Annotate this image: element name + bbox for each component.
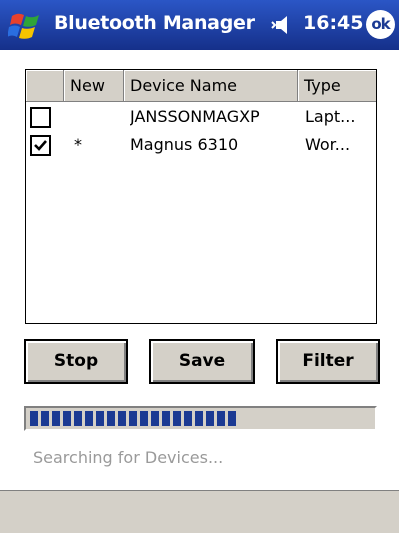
device-checkbox[interactable] xyxy=(30,107,51,128)
column-header-type[interactable]: Type xyxy=(298,70,376,101)
clock[interactable]: 16:45 xyxy=(303,12,363,34)
list-item[interactable]: * Magnus 6310 Wor... xyxy=(26,132,376,158)
progress-segment xyxy=(195,411,203,426)
status-text: Searching for Devices... xyxy=(33,448,224,467)
progress-segment xyxy=(30,411,38,426)
list-header: New Device Name Type xyxy=(26,70,376,102)
device-type: Wor... xyxy=(305,135,351,154)
progress-segment xyxy=(162,411,170,426)
ok-button[interactable]: ok xyxy=(366,10,395,39)
device-name: Magnus 6310 xyxy=(130,135,239,154)
progress-segment xyxy=(52,411,60,426)
checkmark-icon xyxy=(34,140,47,151)
device-type: Lapt... xyxy=(305,107,356,126)
progress-segment xyxy=(41,411,49,426)
device-checkbox[interactable] xyxy=(30,135,51,156)
column-header-new[interactable]: New xyxy=(64,70,124,101)
progress-segment xyxy=(96,411,104,426)
progress-segment xyxy=(184,411,192,426)
window-title: Bluetooth Manager xyxy=(54,12,255,34)
column-header-check[interactable] xyxy=(26,70,64,101)
list-item[interactable]: JANSSONMAGXP Lapt... xyxy=(26,104,376,130)
progress-segment xyxy=(129,411,137,426)
search-progress-bar xyxy=(24,406,377,431)
device-list[interactable]: New Device Name Type JANSSONMAGXP Lapt..… xyxy=(25,69,377,324)
windows-flag-icon[interactable] xyxy=(8,8,44,42)
device-name: JANSSONMAGXP xyxy=(130,107,260,126)
save-button[interactable]: Save xyxy=(149,339,255,384)
progress-segment xyxy=(173,411,181,426)
progress-segment xyxy=(85,411,93,426)
column-header-device-name[interactable]: Device Name xyxy=(124,70,298,101)
filter-button[interactable]: Filter xyxy=(276,339,380,384)
menu-bar[interactable] xyxy=(0,490,399,533)
speaker-icon[interactable] xyxy=(270,13,296,37)
progress-segment xyxy=(140,411,148,426)
progress-segment xyxy=(107,411,115,426)
progress-segment xyxy=(151,411,159,426)
progress-segment xyxy=(63,411,71,426)
progress-segment xyxy=(206,411,214,426)
progress-segment xyxy=(217,411,225,426)
new-flag: * xyxy=(74,135,82,154)
progress-segment xyxy=(228,411,236,426)
stop-button[interactable]: Stop xyxy=(24,339,128,384)
title-bar: Bluetooth Manager 16:45 ok xyxy=(0,0,399,50)
progress-segment xyxy=(118,411,126,426)
progress-segment xyxy=(74,411,82,426)
